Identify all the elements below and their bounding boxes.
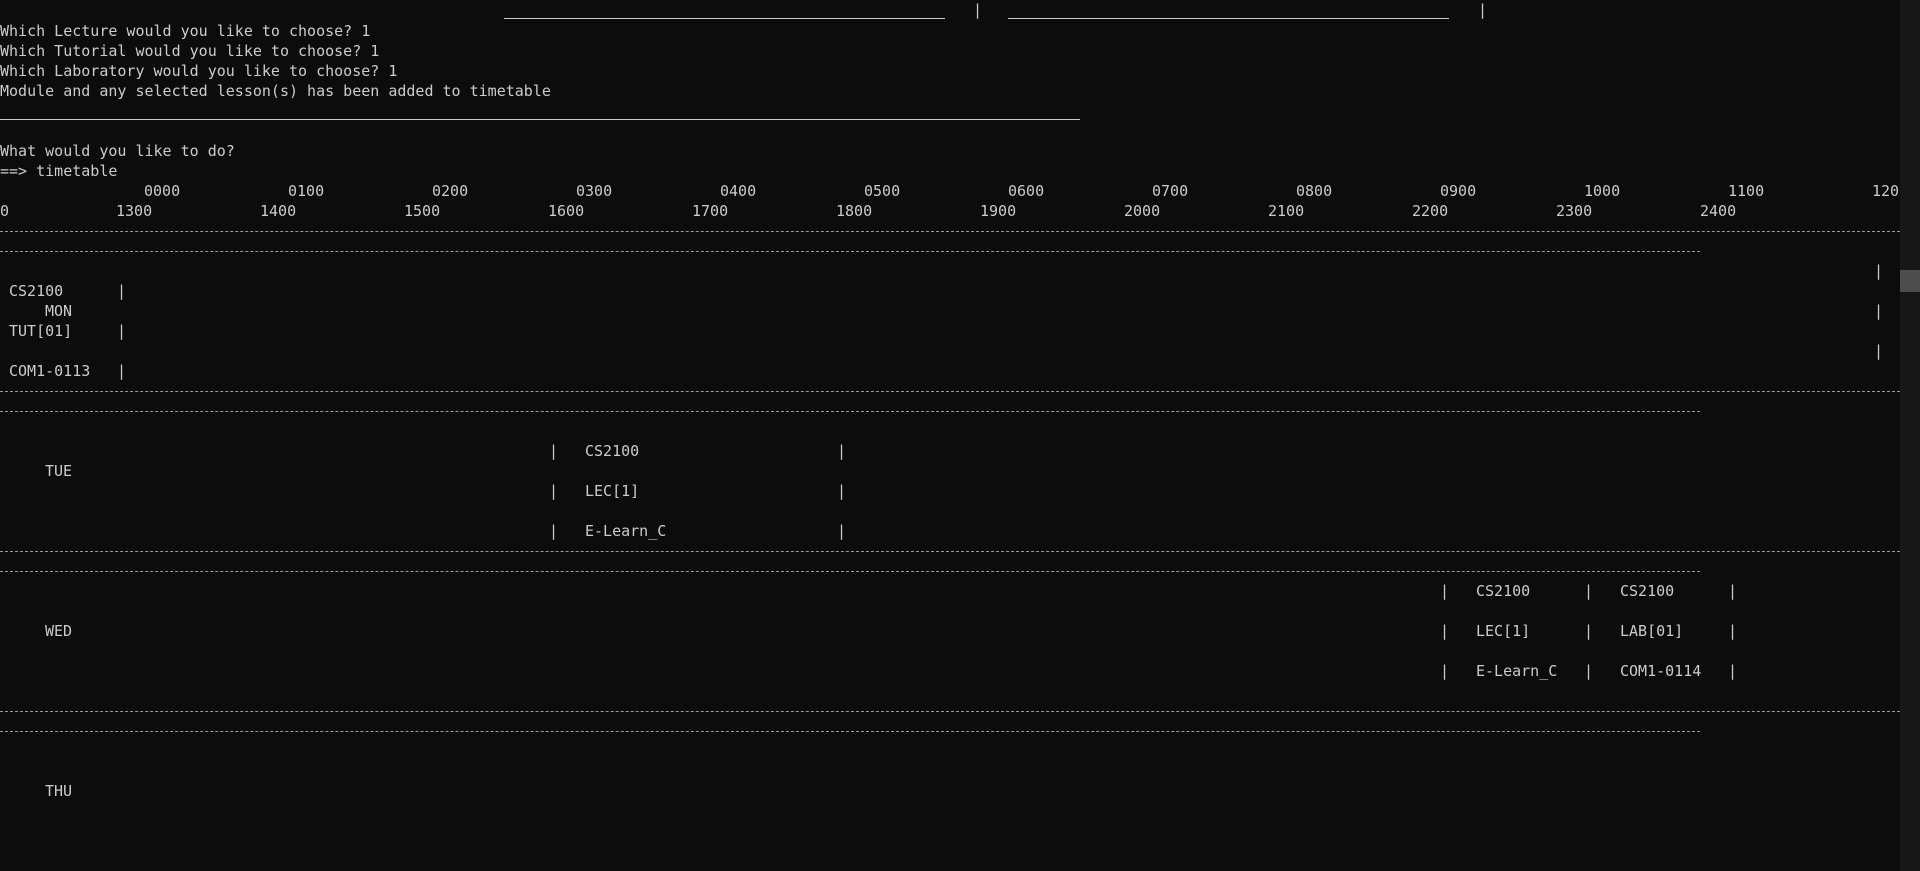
pipe: | — [1440, 662, 1450, 680]
separator-line — [0, 119, 1080, 120]
mon-venue: COM1-0113 — [9, 362, 91, 380]
time-1500: 1500 — [404, 202, 441, 220]
time-0500: 0500 — [864, 182, 901, 200]
pipe: | — [549, 482, 559, 500]
time-0200: 0200 — [432, 182, 469, 200]
row-separator — [0, 731, 1700, 732]
mon-module: CS2100 — [9, 282, 64, 300]
mon-lesson-type: TUT[01] — [9, 322, 73, 340]
time-1800: 1800 — [836, 202, 873, 220]
time-2100: 2100 — [1268, 202, 1305, 220]
pipe: | — [1584, 582, 1594, 600]
row-separator — [0, 571, 1700, 572]
time-1600: 1600 — [548, 202, 585, 220]
pipe: | — [1728, 622, 1738, 640]
day-label-mon: MON — [45, 302, 73, 320]
tue-venue: E-Learn_C — [585, 522, 667, 540]
time-0700: 0700 — [1152, 182, 1189, 200]
time-120: 120 — [1872, 182, 1900, 200]
pipe: | — [117, 362, 127, 380]
row-separator — [0, 711, 1900, 712]
terminal-window[interactable]: | | Which Lecture would you like to choo… — [0, 0, 1900, 871]
pipe: | — [1874, 262, 1884, 280]
pipe: | — [837, 442, 847, 460]
time-0100: 0100 — [288, 182, 325, 200]
row-separator — [0, 411, 1700, 412]
top-pipe-1: | — [973, 1, 983, 19]
pipe: | — [549, 522, 559, 540]
time-0800: 0800 — [1296, 182, 1333, 200]
prompt-laboratory: Which Laboratory would you like to choos… — [0, 62, 398, 80]
wed-lab-module: CS2100 — [1620, 582, 1675, 600]
command-input[interactable]: ==> timetable — [0, 161, 117, 181]
vertical-scrollbar[interactable] — [1900, 0, 1920, 871]
top-pipe-2: | — [1478, 1, 1488, 19]
question-text: What would you like to do? — [0, 142, 235, 160]
time-0900: 0900 — [1440, 182, 1477, 200]
time-1100: 1100 — [1728, 182, 1765, 200]
scrollbar-thumb[interactable] — [1900, 270, 1920, 292]
row-separator — [0, 231, 1900, 232]
wed-lec-module: CS2100 — [1476, 582, 1531, 600]
prompt-tutorial: Which Tutorial would you like to choose?… — [0, 42, 380, 60]
time-2400: 2400 — [1700, 202, 1737, 220]
tue-lesson-type: LEC[1] — [585, 482, 640, 500]
day-label-tue: TUE — [45, 462, 73, 480]
wed-lab-type: LAB[01] — [1620, 622, 1684, 640]
pipe: | — [1874, 302, 1884, 320]
time-0600: 0600 — [1008, 182, 1045, 200]
pipe: | — [117, 322, 127, 340]
time-1700: 1700 — [692, 202, 729, 220]
tue-module: CS2100 — [585, 442, 640, 460]
time-1300: 1300 — [116, 202, 153, 220]
time-1400: 1400 — [260, 202, 297, 220]
pipe: | — [837, 522, 847, 540]
pipe: | — [1874, 342, 1884, 360]
prompt-lecture: Which Lecture would you like to choose? … — [0, 22, 371, 40]
time-1900: 1900 — [980, 202, 1017, 220]
time-0300: 0300 — [576, 182, 613, 200]
added-message: Module and any selected lesson(s) has be… — [0, 82, 551, 100]
row-separator — [0, 391, 1900, 392]
time-0400: 0400 — [720, 182, 757, 200]
day-label-thu: THU — [45, 782, 73, 800]
time-1000: 1000 — [1584, 182, 1621, 200]
pipe: | — [1440, 622, 1450, 640]
wed-lec-type: LEC[1] — [1476, 622, 1531, 640]
top-underline-right — [1008, 18, 1449, 19]
pipe: | — [117, 282, 127, 300]
wed-lec-venue: E-Learn_C — [1476, 662, 1558, 680]
top-underline-left — [504, 18, 945, 19]
wed-lab-venue: COM1-0114 — [1620, 662, 1702, 680]
pipe: | — [1728, 662, 1738, 680]
pipe: | — [837, 482, 847, 500]
pipe: | — [1440, 582, 1450, 600]
time-0: 0 — [0, 202, 10, 220]
day-label-wed: WED — [45, 622, 73, 640]
time-0000: 0000 — [144, 182, 181, 200]
time-2300: 2300 — [1556, 202, 1593, 220]
pipe: | — [1584, 662, 1594, 680]
time-2000: 2000 — [1124, 202, 1161, 220]
pipe: | — [1728, 582, 1738, 600]
row-separator — [0, 251, 1700, 252]
pipe: | — [1584, 622, 1594, 640]
time-2200: 2200 — [1412, 202, 1449, 220]
row-separator — [0, 551, 1900, 552]
pipe: | — [549, 442, 559, 460]
